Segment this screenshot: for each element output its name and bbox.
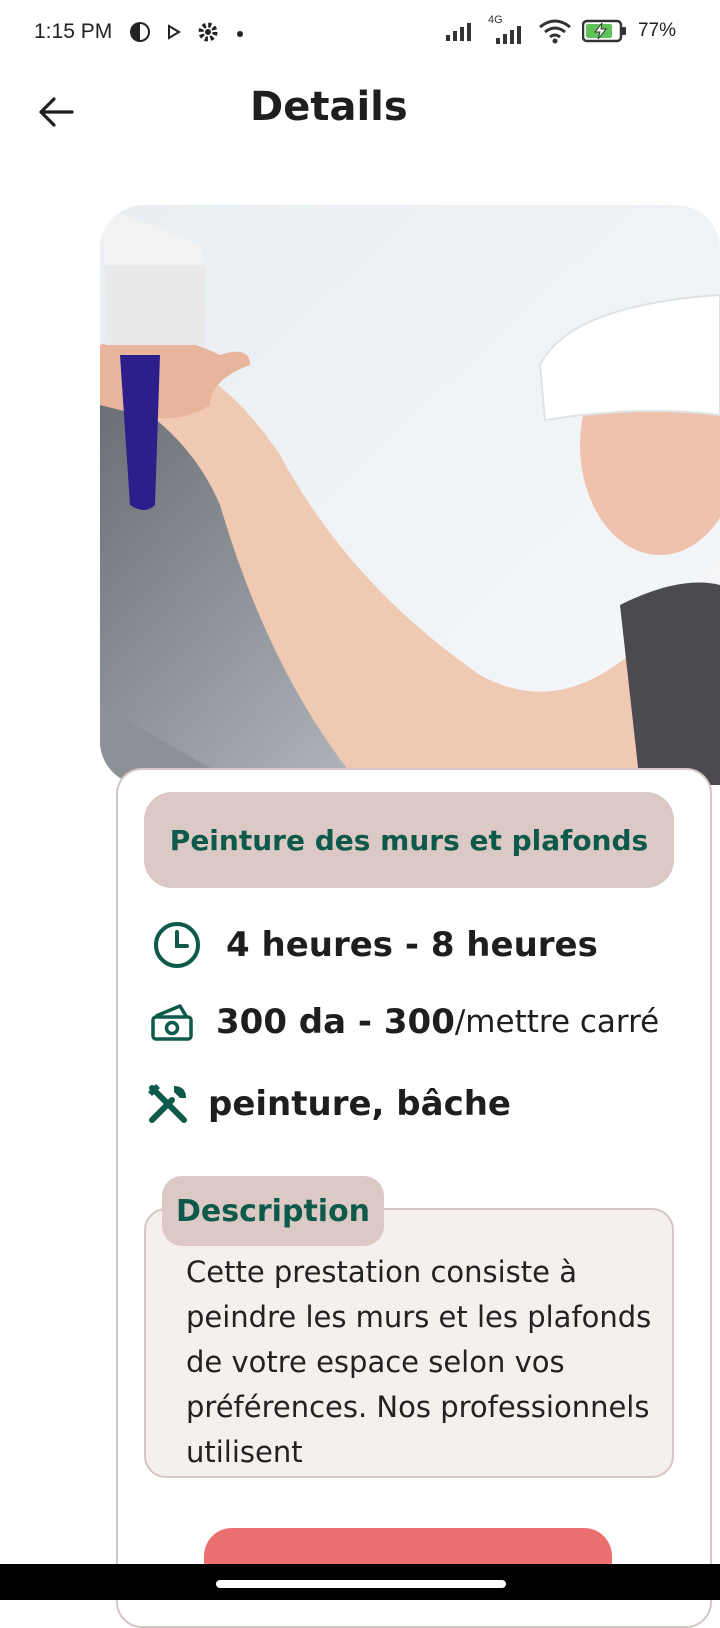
materials-row: peinture, bâche bbox=[146, 1082, 511, 1126]
description-label-chip: Description bbox=[162, 1176, 385, 1246]
description-box[interactable]: Cette prestation consiste à peindre les … bbox=[144, 1208, 674, 1478]
clock-icon bbox=[154, 922, 200, 968]
price-unit: /mettre carré bbox=[454, 1004, 660, 1040]
status-bar: 1:15 PM 4G 77% bbox=[0, 0, 720, 70]
signal-4g-icon: 4G bbox=[486, 14, 528, 44]
price-row: 300 da - 300/mettre carré bbox=[150, 1002, 659, 1042]
money-icon bbox=[151, 1004, 193, 1041]
battery-charging-icon bbox=[581, 19, 626, 43]
vpn-icon bbox=[130, 22, 150, 42]
play-store-icon bbox=[168, 24, 181, 40]
duration-row: 4 heures - 8 heures bbox=[152, 920, 598, 970]
service-title: Peinture des murs et plafonds bbox=[169, 823, 649, 857]
status-time: 1:15 PM bbox=[34, 20, 113, 43]
service-photo bbox=[100, 205, 720, 785]
service-details-card: Peinture des murs et plafonds 4 heures -… bbox=[116, 768, 712, 1628]
settings-gear-icon bbox=[198, 22, 218, 42]
service-title-chip: Peinture des murs et plafonds bbox=[144, 792, 674, 888]
page-title: Details bbox=[250, 84, 408, 130]
description-label: Description bbox=[176, 1193, 371, 1229]
price-text: 300 da - 300 bbox=[216, 1002, 455, 1042]
description-text: Cette prestation consiste à peindre les … bbox=[186, 1255, 652, 1469]
home-gesture-handle[interactable] bbox=[216, 1580, 506, 1588]
notification-dot-icon bbox=[237, 31, 243, 37]
duration-text: 4 heures - 8 heures bbox=[226, 925, 598, 965]
wifi-icon bbox=[539, 19, 571, 44]
materials-text: peinture, bâche bbox=[208, 1084, 511, 1124]
tools-icon bbox=[148, 1084, 187, 1123]
battery-level: 77% bbox=[637, 20, 676, 41]
signal-icon bbox=[445, 23, 471, 41]
